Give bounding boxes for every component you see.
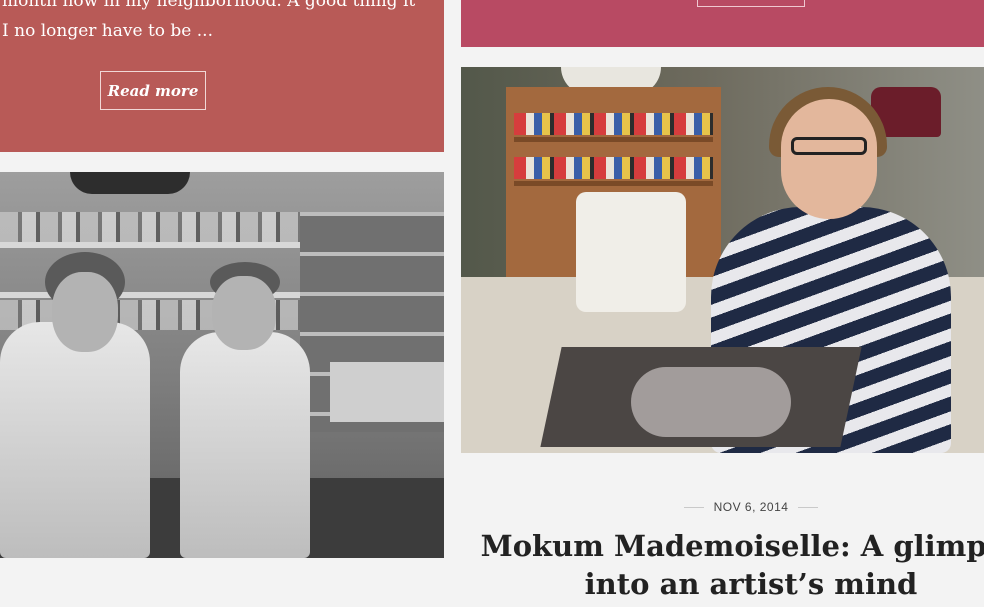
chef-right-face	[212, 276, 276, 350]
hutch-shelf	[514, 137, 713, 142]
excerpt-line-2: I no longer have to be ...	[2, 21, 213, 41]
shelf-items	[514, 113, 713, 135]
post-card-excerpt: month now in my neighborhood. A good thi…	[0, 0, 444, 152]
sewing-photo[interactable]	[461, 67, 984, 453]
kitchen-shelf	[0, 242, 330, 248]
excerpt-line-1: month now in my neighborhood. A good thi…	[2, 0, 416, 11]
post-title-link[interactable]: Mokum Mademoiselle: A glimpse into an ar…	[461, 527, 984, 603]
chef-left	[0, 322, 150, 558]
glasses-shape	[791, 137, 867, 155]
chefs-photo[interactable]	[0, 172, 444, 558]
kitchen-pots	[0, 212, 330, 242]
kitchen-stove	[330, 362, 444, 422]
post-meta: NOV 6, 2014	[461, 497, 984, 517]
lamp-shape	[70, 172, 190, 194]
post-title-line-2: into an artist’s mind	[584, 567, 918, 601]
post-title-line-1: Mokum Mademoiselle: A glimpse	[480, 529, 984, 563]
post-excerpt: month now in my neighborhood. A good thi…	[2, 0, 422, 46]
sewing-machine	[576, 192, 686, 312]
pattern-paper	[631, 367, 791, 437]
divider-right	[798, 506, 819, 508]
read-more-button-2[interactable]	[697, 0, 805, 7]
chef-left-face	[52, 272, 118, 352]
post-date: NOV 6, 2014	[713, 500, 789, 514]
woman-face	[781, 99, 877, 219]
hutch-shelf	[514, 181, 713, 186]
shelf-items	[514, 157, 713, 179]
post-card-excerpt-2	[461, 0, 984, 47]
divider-left	[683, 506, 704, 508]
read-more-button[interactable]: Read more	[100, 71, 206, 110]
chef-right	[180, 332, 310, 558]
